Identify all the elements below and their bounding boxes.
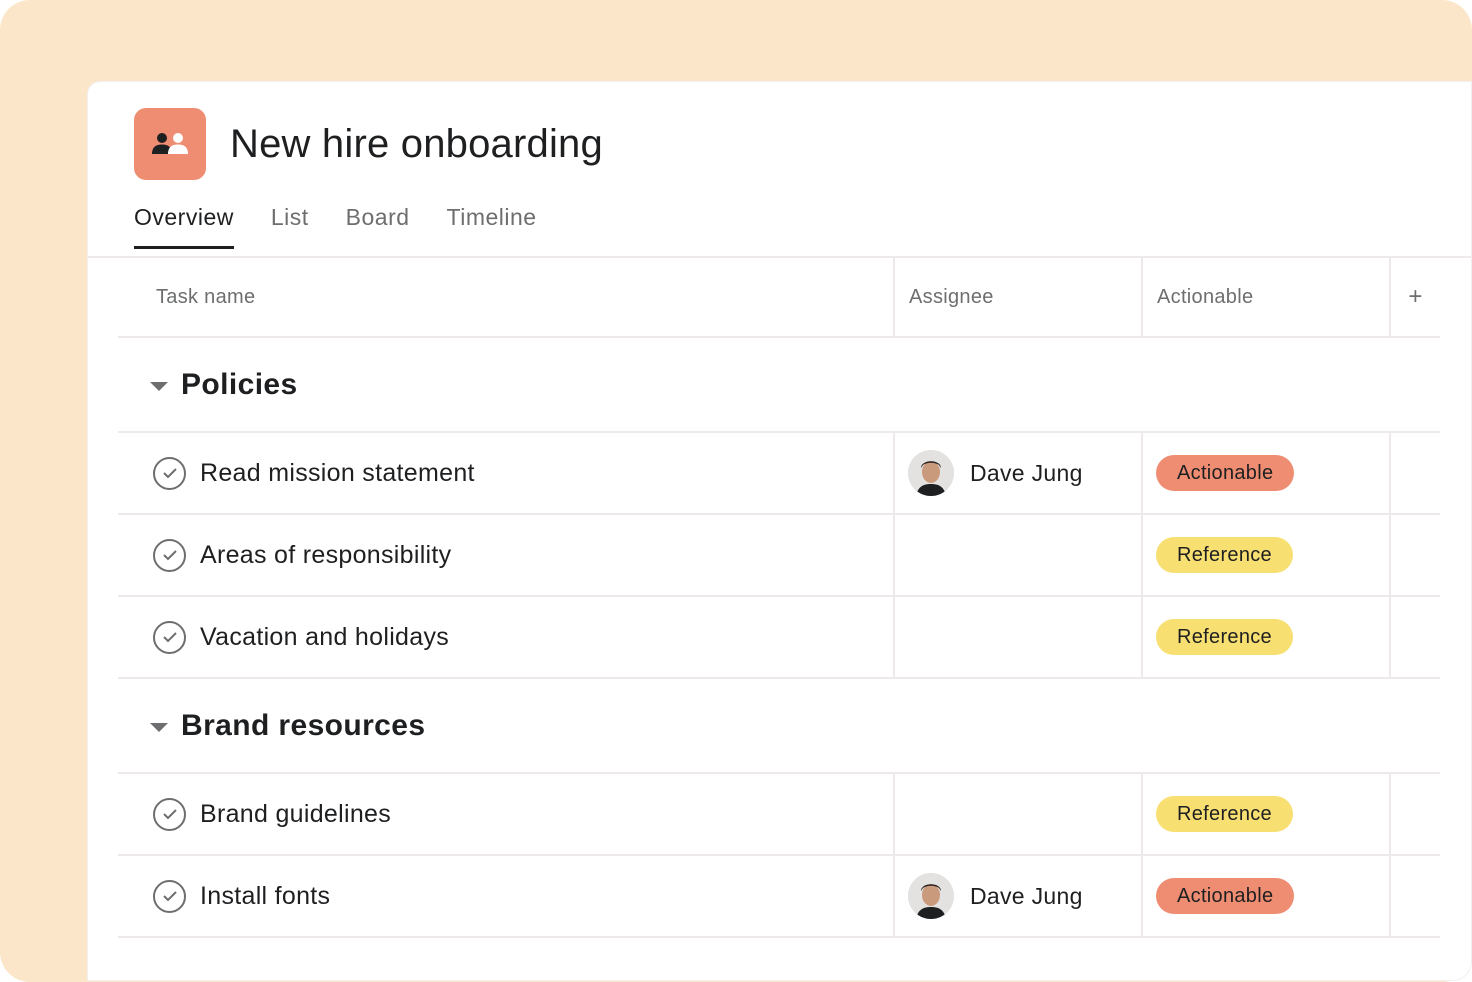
task-table: Task name Assignee Actionable + Policies… (118, 258, 1440, 938)
empty-cell (1389, 515, 1440, 595)
assignee-name: Dave Jung (970, 459, 1083, 486)
empty-cell (1389, 597, 1440, 677)
actionable-cell[interactable]: Actionable (1141, 856, 1389, 936)
empty-cell (1389, 433, 1440, 513)
complete-checkbox[interactable] (153, 797, 186, 831)
people-icon (152, 133, 188, 154)
page-title: New hire onboarding (230, 122, 603, 166)
complete-checkbox[interactable] (153, 620, 186, 654)
assignee-name: Dave Jung (970, 882, 1083, 909)
task-name-cell: Brand guidelines (118, 774, 893, 854)
assignee-cell[interactable] (893, 774, 1141, 854)
assignee-cell[interactable]: Dave Jung (893, 856, 1141, 936)
task-name[interactable]: Read mission statement (200, 459, 475, 488)
checkmark-icon (162, 891, 177, 902)
table-header: Task name Assignee Actionable + (118, 258, 1440, 338)
assignee-cell[interactable] (893, 515, 1141, 595)
complete-checkbox[interactable] (153, 538, 186, 572)
caret-down-icon[interactable] (150, 381, 168, 391)
task-name[interactable]: Areas of responsibility (200, 541, 451, 570)
caret-down-icon[interactable] (150, 722, 168, 732)
task-name-cell: Areas of responsibility (118, 515, 893, 595)
project-icon (134, 108, 206, 180)
actionable-cell[interactable]: Reference (1141, 515, 1389, 595)
tab-board[interactable]: Board (346, 204, 410, 249)
checkmark-icon (162, 632, 177, 643)
section-title[interactable]: Brand resources (181, 709, 425, 743)
tag-pill-actionable[interactable]: Actionable (1156, 878, 1295, 914)
empty-cell (1389, 774, 1440, 854)
complete-checkbox[interactable] (153, 456, 186, 490)
actionable-cell[interactable]: Reference (1141, 597, 1389, 677)
add-column-button[interactable]: + (1389, 258, 1440, 336)
table-row[interactable]: Read mission statement Dave Jung Actiona… (118, 433, 1440, 515)
avatar (908, 873, 954, 919)
column-header-task-name[interactable]: Task name (118, 258, 893, 336)
section-header: Brand resources (118, 679, 1440, 774)
table-row[interactable]: Install fonts Dave Jung Actionable (118, 856, 1440, 938)
person-photo-icon (908, 873, 954, 919)
task-name[interactable]: Brand guidelines (200, 800, 391, 829)
tab-bar: Overview List Board Timeline (134, 204, 574, 249)
tag-pill-reference[interactable]: Reference (1156, 619, 1293, 655)
table-row[interactable]: Brand guidelines Reference (118, 774, 1440, 856)
tab-timeline[interactable]: Timeline (447, 204, 537, 249)
project-card: New hire onboarding Overview List Board … (88, 82, 1471, 980)
table-row[interactable]: Vacation and holidays Reference (118, 597, 1440, 679)
actionable-cell[interactable]: Reference (1141, 774, 1389, 854)
column-header-actionable[interactable]: Actionable (1141, 258, 1389, 336)
person-photo-icon (908, 450, 954, 496)
section-header-cell: Policies (118, 338, 298, 431)
task-name[interactable]: Install fonts (200, 882, 330, 911)
tag-pill-reference[interactable]: Reference (1156, 796, 1293, 832)
section-header-cell: Brand resources (118, 679, 425, 772)
assignee-cell[interactable] (893, 597, 1141, 677)
complete-checkbox[interactable] (153, 879, 186, 913)
column-header-assignee[interactable]: Assignee (893, 258, 1141, 336)
avatar (908, 450, 954, 496)
section-header: Policies (118, 338, 1440, 433)
tab-overview[interactable]: Overview (134, 204, 234, 249)
section-title[interactable]: Policies (181, 368, 298, 402)
empty-cell (1389, 856, 1440, 936)
task-name-cell: Vacation and holidays (118, 597, 893, 677)
tag-pill-actionable[interactable]: Actionable (1156, 455, 1295, 491)
checkmark-icon (162, 468, 177, 479)
checkmark-icon (162, 550, 177, 561)
checkmark-icon (162, 809, 177, 820)
task-name-cell: Read mission statement (118, 433, 893, 513)
task-name[interactable]: Vacation and holidays (200, 623, 449, 652)
task-name-cell: Install fonts (118, 856, 893, 936)
actionable-cell[interactable]: Actionable (1141, 433, 1389, 513)
plus-icon[interactable]: + (1408, 283, 1422, 311)
assignee-cell[interactable]: Dave Jung (893, 433, 1141, 513)
table-row[interactable]: Areas of responsibility Reference (118, 515, 1440, 597)
tab-list[interactable]: List (271, 204, 309, 249)
tag-pill-reference[interactable]: Reference (1156, 537, 1293, 573)
